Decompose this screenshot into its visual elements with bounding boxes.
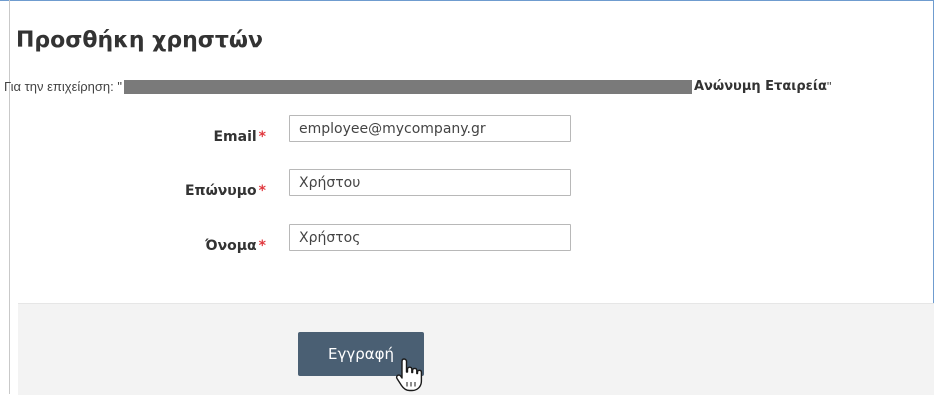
surname-label: Επώνυμο * — [185, 183, 266, 199]
required-marker: * — [258, 129, 266, 145]
email-row: Email * — [0, 115, 600, 147]
form-actions-bar — [18, 303, 934, 395]
page-title: Προσθήκη χρηστών — [16, 28, 264, 53]
redacted-company-name — [123, 80, 692, 94]
email-label: Email * — [213, 129, 266, 145]
first-name-field[interactable] — [289, 224, 571, 251]
company-type: Ανώνυμη Εταιρεία — [693, 79, 827, 94]
first-name-row: Όνομα * — [0, 224, 600, 256]
surname-field[interactable] — [289, 169, 571, 196]
required-marker: * — [258, 238, 266, 254]
required-marker: * — [258, 183, 266, 199]
email-field[interactable] — [289, 115, 571, 142]
first-name-label: Όνομα * — [205, 238, 266, 254]
hand-pointer-icon — [395, 358, 423, 392]
company-line: Για την επιχείρηση: " Ανώνυμη Εταιρεία " — [4, 78, 832, 96]
surname-label-text: Επώνυμο — [184, 183, 257, 199]
first-name-label-text: Όνομα — [205, 238, 257, 254]
email-label-text: Email — [213, 129, 257, 145]
company-closing-quote: " — [826, 79, 832, 94]
surname-row: Επώνυμο * — [0, 169, 600, 201]
company-prefix: Για την επιχείρηση: " — [4, 79, 122, 94]
